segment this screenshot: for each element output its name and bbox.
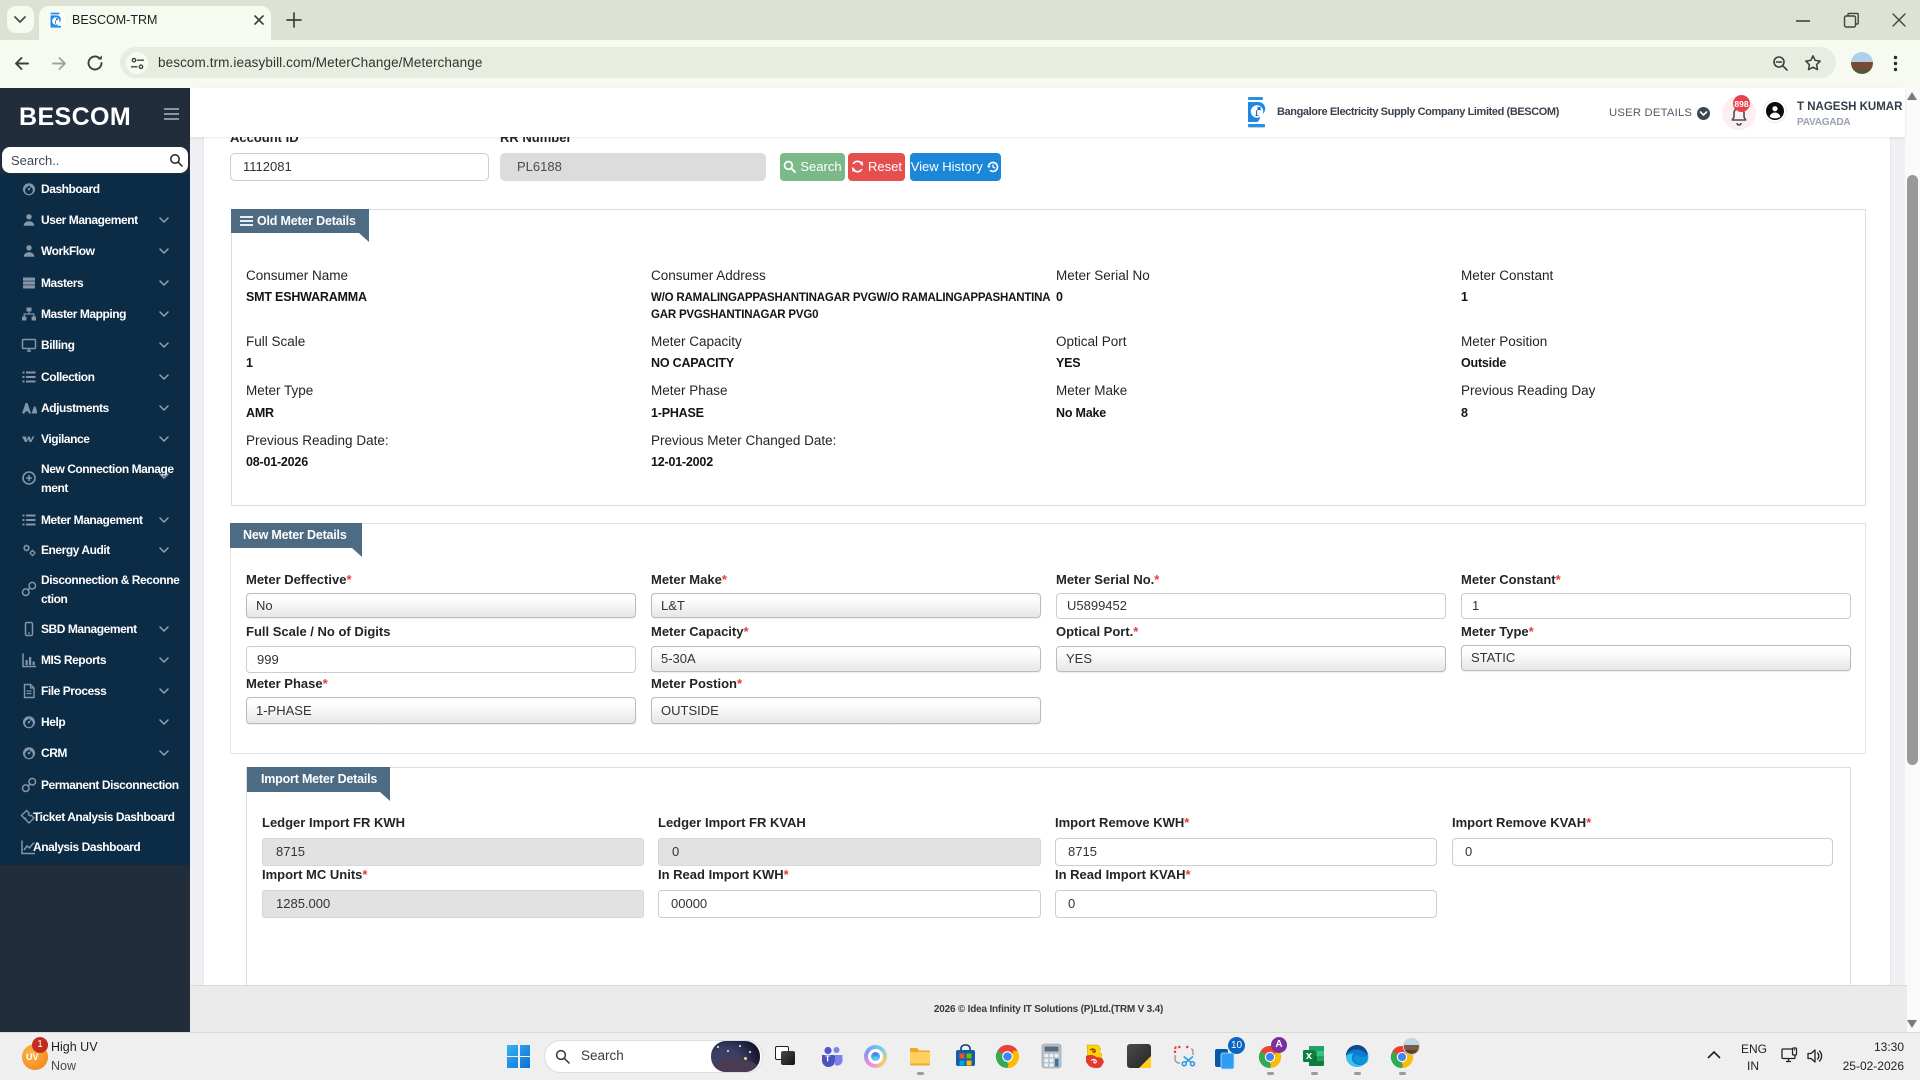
svg-text:T: T xyxy=(825,1054,831,1064)
